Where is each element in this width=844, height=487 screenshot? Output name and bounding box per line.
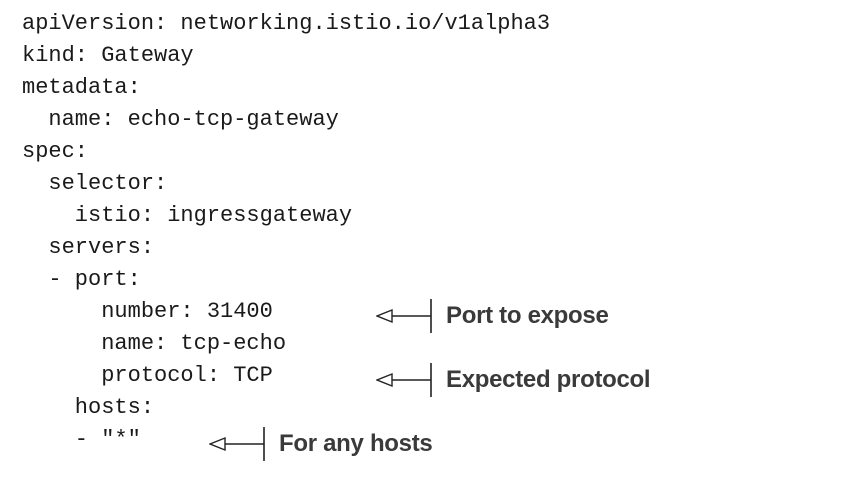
code-line-port: - port: <box>22 267 141 292</box>
code-line-servers: servers: <box>22 235 155 260</box>
code-line-selector: selector: <box>22 171 168 196</box>
annotation-hosts-label: For any hosts <box>279 430 433 457</box>
annotation-port-label: Port to expose <box>446 302 609 329</box>
code-line-api-version: apiVersion: networking.istio.io/v1alpha3 <box>22 11 551 36</box>
annotation-hosts: For any hosts <box>209 426 433 462</box>
code-line-kind: kind: Gateway <box>22 43 194 68</box>
code-line-metadata-name: name: echo-tcp-gateway <box>22 107 339 132</box>
annotation-protocol: Expected protocol <box>376 362 651 398</box>
callout-arrow-icon <box>376 363 432 397</box>
callout-arrow-icon <box>376 299 432 333</box>
code-line-istio: istio: ingressgateway <box>22 203 353 228</box>
annotation-protocol-label: Expected protocol <box>446 366 651 393</box>
code-line-spec: spec: <box>22 139 89 164</box>
annotation-port: Port to expose <box>376 298 609 334</box>
callout-arrow-icon <box>209 427 265 461</box>
code-line-metadata: metadata: <box>22 75 141 100</box>
